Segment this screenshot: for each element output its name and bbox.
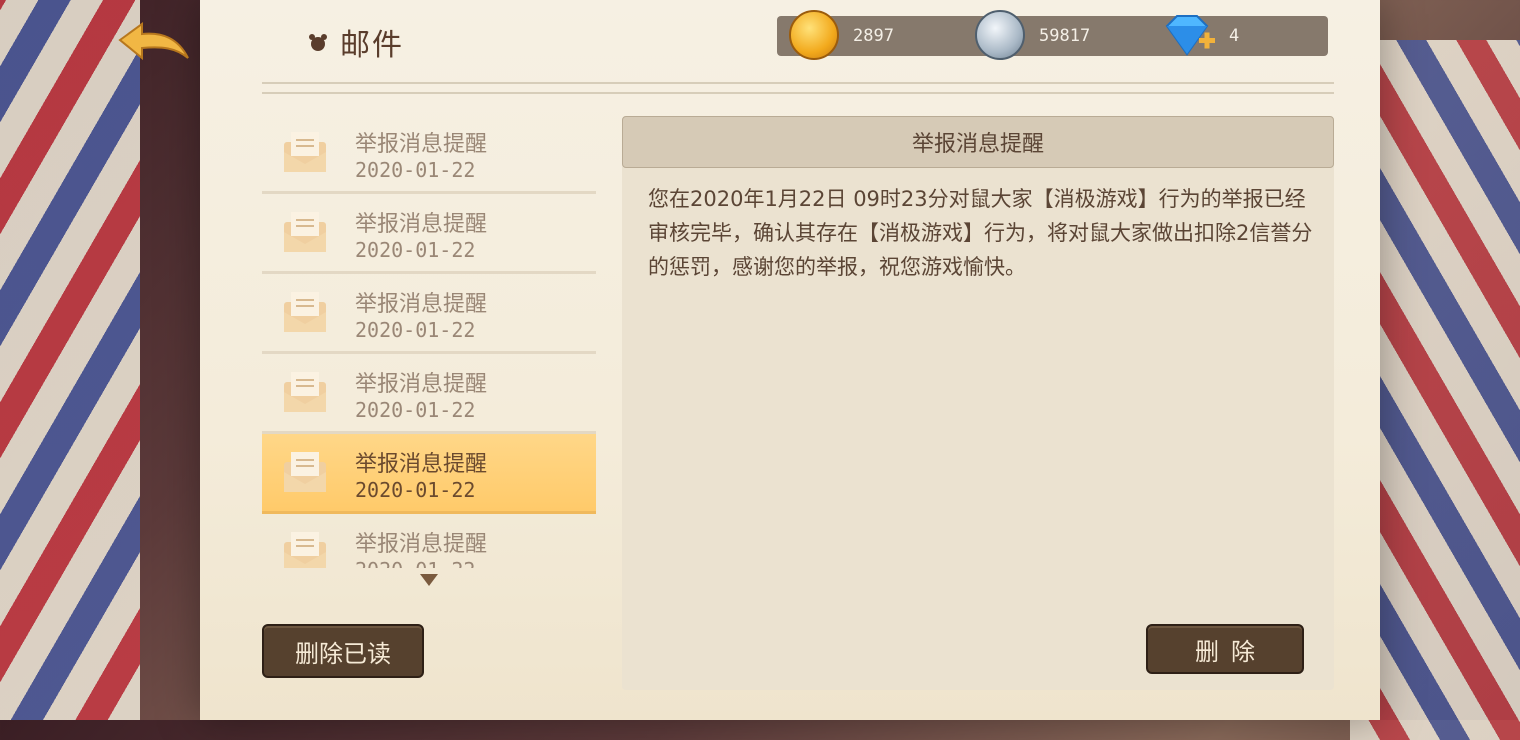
silver-resource: 59817 [975, 9, 1091, 60]
mail-title: 举报消息提醒 [355, 372, 488, 397]
gold-coin-icon [789, 9, 839, 60]
mail-date: 2020-01-22 [355, 158, 476, 182]
mail-date: 2020-01-22 [355, 478, 476, 502]
mail-title: 举报消息提醒 [355, 452, 488, 477]
envelope-icon [284, 212, 326, 252]
delete-read-button[interactable]: 删除已读 [262, 624, 424, 678]
header-divider [262, 82, 1334, 94]
mail-detail-panel: 举报消息提醒 您在2020年1月22日 09时23分对鼠大家【消极游戏】行为的举… [622, 116, 1334, 690]
silver-value: 59817 [1039, 26, 1091, 46]
mail-title: 举报消息提醒 [355, 292, 488, 317]
gold-value: 2897 [853, 26, 894, 46]
gold-resource: 2897 [789, 9, 894, 60]
mail-detail-title: 举报消息提醒 [622, 116, 1334, 168]
mail-list[interactable]: 举报消息提醒 2020-01-22 举报消息提醒 2020-01-22 举报消息… [262, 114, 596, 568]
envelope-icon [284, 532, 326, 568]
mail-list-item[interactable]: 举报消息提醒 2020-01-22 [262, 274, 596, 354]
silver-coin-icon [975, 9, 1025, 60]
envelope-icon [284, 452, 326, 492]
mail-date: 2020-01-22 [355, 558, 475, 568]
page-title: 邮件 [306, 20, 404, 64]
diamond-plus-icon [1165, 15, 1215, 56]
mail-title: 举报消息提醒 [355, 212, 488, 237]
mail-list-item[interactable]: 举报消息提醒 2020-01-22 [262, 114, 596, 194]
mail-detail-body: 您在2020年1月22日 09时23分对鼠大家【消极游戏】行为的举报已经审核完毕… [648, 187, 1313, 279]
back-arrow-icon [118, 22, 189, 61]
mail-date: 2020-01-22 [355, 398, 476, 422]
delete-button[interactable]: 删除 [1146, 624, 1304, 674]
page-title-text: 邮件 [340, 28, 404, 63]
diamond-resource[interactable]: 4 [1161, 15, 1240, 56]
mail-list-item[interactable]: 举报消息提醒 2020-01-22 [262, 354, 596, 434]
mail-date: 2020-01-22 [355, 318, 476, 342]
scroll-down-icon[interactable] [420, 574, 438, 586]
envelope-icon [284, 372, 326, 412]
back-button[interactable] [116, 18, 194, 66]
mail-list-item[interactable]: 举报消息提醒 2020-01-22 [262, 194, 596, 274]
diamond-value: 4 [1229, 26, 1240, 46]
resource-bar: 2897 59817 4 [777, 9, 1328, 60]
envelope-icon [284, 292, 326, 332]
mail-list-item-selected[interactable]: 举报消息提醒 2020-01-22 [262, 434, 596, 514]
mail-date: 2020-01-22 [355, 238, 476, 262]
mail-title: 举报消息提醒 [355, 532, 488, 557]
mail-title: 举报消息提醒 [355, 132, 488, 157]
paw-icon [309, 34, 327, 51]
background-stripes-left [0, 0, 140, 720]
envelope-icon [284, 132, 326, 172]
mail-list-item[interactable]: 举报消息提醒 2020-01-22 [262, 514, 596, 568]
